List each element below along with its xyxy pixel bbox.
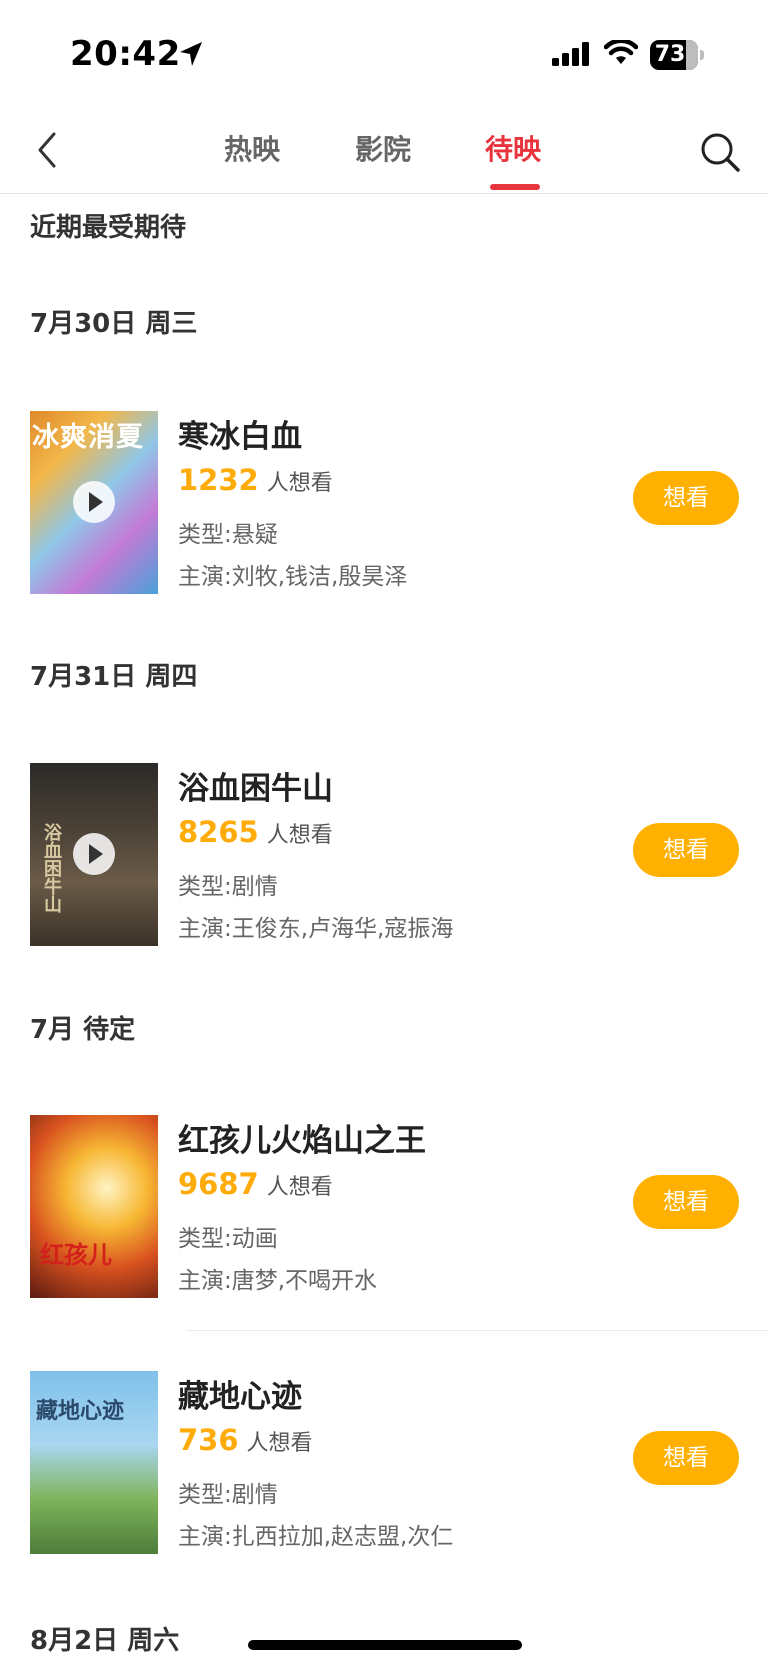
want-button[interactable]: 想看 bbox=[633, 471, 739, 525]
tab-coming-soon[interactable]: 待映 bbox=[485, 128, 541, 168]
movie-item[interactable]: 冰爽消夏 寒冰白血 1232 人想看 类型:悬疑 主演:刘牧,钱洁,殷昊泽 想看 bbox=[0, 411, 769, 596]
poster-title: 藏地心迹 bbox=[36, 1398, 125, 1424]
movie-title[interactable]: 藏地心迹 bbox=[178, 1371, 302, 1416]
date-header: 8月2日 周六 bbox=[30, 1626, 180, 1656]
location-arrow-icon bbox=[180, 42, 202, 66]
movie-cast: 主演:扎西拉加,赵志盟,次仁 bbox=[178, 1524, 454, 1550]
nav-bar: 热映 影院 待映 bbox=[0, 110, 769, 194]
want-suffix: 人想看 bbox=[246, 1431, 313, 1456]
poster-title: 红孩儿 bbox=[40, 1240, 112, 1269]
battery-level: 73 bbox=[654, 42, 686, 67]
movie-cast: 主演:刘牧,钱洁,殷昊泽 bbox=[178, 564, 408, 590]
status-time: 20:42 bbox=[70, 34, 181, 74]
play-icon[interactable] bbox=[73, 833, 115, 875]
home-indicator[interactable] bbox=[248, 1640, 522, 1650]
movie-genre: 类型:悬疑 bbox=[178, 522, 278, 548]
want-count: 8265 bbox=[178, 815, 259, 849]
movie-item[interactable]: 藏地心迹 藏地心迹 736 人想看 类型:剧情 主演:扎西拉加,赵志盟,次仁 想看 bbox=[0, 1371, 769, 1556]
movie-poster[interactable]: 冰爽消夏 bbox=[30, 411, 158, 594]
battery-icon: 73 bbox=[650, 40, 704, 70]
want-count-line: 8265 人想看 bbox=[178, 815, 333, 849]
date-header: 7月30日 周三 bbox=[30, 309, 198, 339]
movie-title[interactable]: 红孩儿火焰山之王 bbox=[178, 1115, 426, 1160]
movie-genre: 类型:剧情 bbox=[178, 874, 278, 900]
movie-cast: 主演:王俊东,卢海华,寇振海 bbox=[178, 916, 454, 942]
want-count: 9687 bbox=[178, 1167, 259, 1201]
want-suffix: 人想看 bbox=[266, 471, 333, 496]
movie-item[interactable]: 浴血困牛山 浴血困牛山 8265 人想看 类型:剧情 主演:王俊东,卢海华,寇振海… bbox=[0, 763, 769, 948]
want-button[interactable]: 想看 bbox=[633, 823, 739, 877]
want-suffix: 人想看 bbox=[266, 1175, 333, 1200]
back-arrow-icon[interactable] bbox=[30, 128, 70, 172]
movie-genre: 类型:动画 bbox=[178, 1226, 278, 1252]
play-icon[interactable] bbox=[73, 481, 115, 523]
signal-icon bbox=[552, 42, 589, 66]
movie-poster[interactable]: 红孩儿 bbox=[30, 1115, 158, 1298]
status-bar: 20:42 73 bbox=[0, 0, 769, 110]
wifi-icon bbox=[604, 40, 638, 64]
poster-title: 冰爽消夏 bbox=[32, 422, 144, 453]
date-header: 7月31日 周四 bbox=[30, 662, 198, 692]
active-tab-indicator bbox=[490, 184, 540, 190]
want-button[interactable]: 想看 bbox=[633, 1175, 739, 1229]
movie-title[interactable]: 寒冰白血 bbox=[178, 411, 302, 456]
want-count: 736 bbox=[178, 1423, 239, 1457]
want-button[interactable]: 想看 bbox=[633, 1431, 739, 1485]
poster-title: 浴血困牛山 bbox=[41, 823, 62, 913]
want-suffix: 人想看 bbox=[266, 823, 333, 848]
movie-cast: 主演:唐梦,不喝开水 bbox=[178, 1268, 378, 1294]
want-count: 1232 bbox=[178, 463, 259, 497]
list-divider bbox=[186, 1330, 769, 1331]
tab-cinemas[interactable]: 影院 bbox=[355, 128, 411, 168]
movie-poster[interactable]: 浴血困牛山 bbox=[30, 763, 158, 946]
search-icon[interactable] bbox=[698, 130, 742, 174]
featured-section-title: 近期最受期待 bbox=[30, 213, 187, 243]
want-count-line: 9687 人想看 bbox=[178, 1167, 333, 1201]
movie-genre: 类型:剧情 bbox=[178, 1482, 278, 1508]
movie-item[interactable]: 红孩儿 红孩儿火焰山之王 9687 人想看 类型:动画 主演:唐梦,不喝开水 想看 bbox=[0, 1115, 769, 1300]
movie-poster[interactable]: 藏地心迹 bbox=[30, 1371, 158, 1554]
want-count-line: 736 人想看 bbox=[178, 1423, 313, 1457]
date-header: 7月 待定 bbox=[30, 1015, 136, 1045]
movie-title[interactable]: 浴血困牛山 bbox=[178, 763, 333, 808]
want-count-line: 1232 人想看 bbox=[178, 463, 333, 497]
tab-now-showing[interactable]: 热映 bbox=[224, 128, 280, 168]
